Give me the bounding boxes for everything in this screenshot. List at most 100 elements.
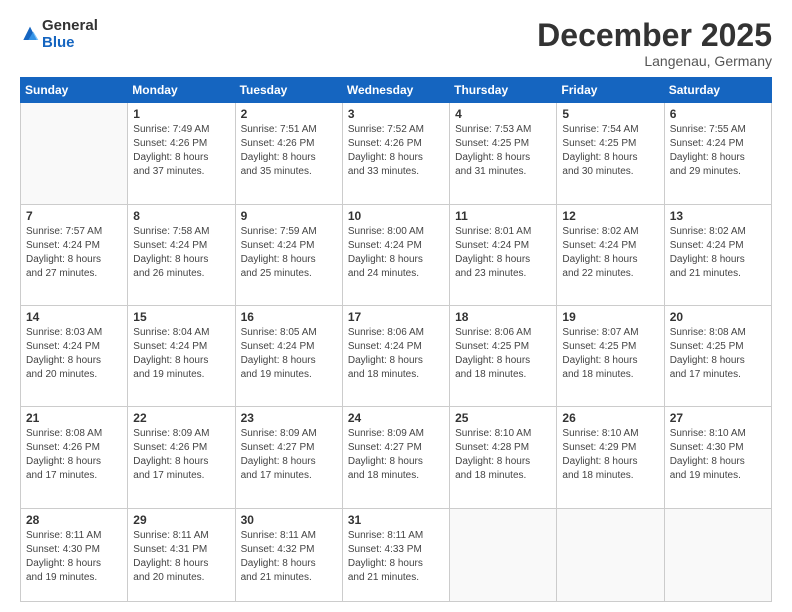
day-info: Sunrise: 8:10 AM Sunset: 4:29 PM Dayligh…: [562, 427, 658, 483]
table-row: 23 Sunrise: 8:09 AM Sunset: 4:27 PM Dayli…: [235, 407, 342, 508]
table-row: 29Sunrise: 8:11 AM Sunset: 4:31 PM Dayli…: [128, 508, 235, 601]
col-wednesday: Wednesday: [342, 78, 449, 103]
day-number: 9: [241, 209, 337, 223]
day-number: 5: [562, 107, 658, 121]
day-number: 30: [241, 513, 337, 527]
table-row: 2Sunrise: 7:51 AM Sunset: 4:26 PM Daylig…: [235, 103, 342, 204]
table-row: 1 Sunrise: 7:49 AM Sunset: 4:26 PM Daylig…: [128, 103, 235, 204]
day-number: 19: [562, 310, 658, 324]
table-row: 16 Sunrise: 8:05 AM Sunset: 4:24 PM Dayli…: [235, 305, 342, 406]
calendar-week-2: 7 Sunrise: 7:57 AM Sunset: 4:24 PM Daylig…: [21, 204, 772, 305]
day-number: 11: [455, 209, 551, 223]
table-row: [664, 508, 771, 601]
calendar-table: Sunday Monday Tuesday Wednesday Thursday…: [20, 77, 772, 602]
day-number: 16: [241, 310, 337, 324]
day-info: Sunrise: 7:49 AM Sunset: 4:26 PM Dayligh…: [133, 123, 229, 179]
table-row: 26 Sunrise: 8:10 AM Sunset: 4:29 PM Dayli…: [557, 407, 664, 508]
location: Langenau, Germany: [537, 53, 772, 69]
day-info: Sunrise: 8:00 AM Sunset: 4:24 PM Dayligh…: [348, 225, 444, 281]
day-info: Sunrise: 8:08 AM Sunset: 4:26 PM Dayligh…: [26, 427, 122, 483]
day-number: 10: [348, 209, 444, 223]
month-title: December 2025: [537, 18, 772, 53]
day-number: 26: [562, 411, 658, 425]
day-number: 15: [133, 310, 229, 324]
table-row: 17 Sunrise: 8:06 AM Sunset: 4:24 PM Dayli…: [342, 305, 449, 406]
title-block: December 2025 Langenau, Germany: [537, 18, 772, 69]
table-row: [450, 508, 557, 601]
day-info: Sunrise: 8:09 AM Sunset: 4:27 PM Dayligh…: [348, 427, 444, 483]
day-number: 20: [670, 310, 766, 324]
day-info: Sunrise: 8:06 AM Sunset: 4:25 PM Dayligh…: [455, 326, 551, 382]
logo-text: General Blue: [42, 18, 98, 51]
table-row: 14 Sunrise: 8:03 AM Sunset: 4:24 PM Dayli…: [21, 305, 128, 406]
table-row: 9 Sunrise: 7:59 AM Sunset: 4:24 PM Daylig…: [235, 204, 342, 305]
day-info: Sunrise: 8:01 AM Sunset: 4:24 PM Dayligh…: [455, 225, 551, 281]
table-row: 30 Sunrise: 8:11 AM Sunset: 4:32 PM Dayli…: [235, 508, 342, 601]
day-info: Sunrise: 8:06 AM Sunset: 4:24 PM Dayligh…: [348, 326, 444, 382]
day-info: Sunrise: 8:09 AM Sunset: 4:26 PM Dayligh…: [133, 427, 229, 483]
logo-icon: [20, 25, 40, 45]
day-info: Sunrise: 8:03 AM Sunset: 4:24 PM Dayligh…: [26, 326, 122, 382]
table-row: 28 Sunrise: 8:11 AM Sunset: 4:30 PM Dayli…: [21, 508, 128, 601]
table-row: 11 Sunrise: 8:01 AM Sunset: 4:24 PM Dayli…: [450, 204, 557, 305]
logo: General Blue: [20, 18, 98, 51]
calendar-week-3: 14 Sunrise: 8:03 AM Sunset: 4:24 PM Dayli…: [21, 305, 772, 406]
col-monday: Monday: [128, 78, 235, 103]
day-info: Sunrise: 7:57 AM Sunset: 4:24 PM Dayligh…: [26, 225, 122, 281]
day-info: Sunrise: 7:54 AM Sunset: 4:25 PM Dayligh…: [562, 123, 658, 179]
day-info: Sunrise: 7:58 AM Sunset: 4:24 PM Dayligh…: [133, 225, 229, 281]
day-number: 7: [26, 209, 122, 223]
day-info: Sunrise: 7:59 AM Sunset: 4:24 PM Dayligh…: [241, 225, 337, 281]
table-row: 7 Sunrise: 7:57 AM Sunset: 4:24 PM Daylig…: [21, 204, 128, 305]
day-number: 8: [133, 209, 229, 223]
day-number: 1: [133, 107, 229, 121]
day-info: Sunrise: 7:55 AM Sunset: 4:24 PM Dayligh…: [670, 123, 766, 179]
logo-blue: Blue: [42, 35, 98, 52]
day-info: Sunrise: 8:05 AM Sunset: 4:24 PM Dayligh…: [241, 326, 337, 382]
day-info: Sunrise: 8:11 AM Sunset: 4:30 PM Dayligh…: [26, 529, 122, 585]
day-number: 3: [348, 107, 444, 121]
day-info: Sunrise: 8:10 AM Sunset: 4:28 PM Dayligh…: [455, 427, 551, 483]
day-number: 14: [26, 310, 122, 324]
day-number: 25: [455, 411, 551, 425]
day-info: Sunrise: 8:02 AM Sunset: 4:24 PM Dayligh…: [670, 225, 766, 281]
table-row: [557, 508, 664, 601]
table-row: 27 Sunrise: 8:10 AM Sunset: 4:30 PM Dayli…: [664, 407, 771, 508]
day-info: Sunrise: 8:04 AM Sunset: 4:24 PM Dayligh…: [133, 326, 229, 382]
table-row: [21, 103, 128, 204]
header: General Blue December 2025 Langenau, Ger…: [20, 18, 772, 69]
day-info: Sunrise: 8:11 AM Sunset: 4:32 PM Dayligh…: [241, 529, 337, 585]
calendar-week-1: 1 Sunrise: 7:49 AM Sunset: 4:26 PM Daylig…: [21, 103, 772, 204]
col-thursday: Thursday: [450, 78, 557, 103]
day-number: 4: [455, 107, 551, 121]
day-info: Sunrise: 8:07 AM Sunset: 4:25 PM Dayligh…: [562, 326, 658, 382]
table-row: 31Sunrise: 8:11 AM Sunset: 4:33 PM Dayli…: [342, 508, 449, 601]
page: General Blue December 2025 Langenau, Ger…: [0, 0, 792, 612]
calendar-week-4: 21 Sunrise: 8:08 AM Sunset: 4:26 PM Dayli…: [21, 407, 772, 508]
day-number: 6: [670, 107, 766, 121]
table-row: 20 Sunrise: 8:08 AM Sunset: 4:25 PM Dayli…: [664, 305, 771, 406]
table-row: 15 Sunrise: 8:04 AM Sunset: 4:24 PM Dayli…: [128, 305, 235, 406]
day-info: Sunrise: 8:09 AM Sunset: 4:27 PM Dayligh…: [241, 427, 337, 483]
col-sunday: Sunday: [21, 78, 128, 103]
day-info: Sunrise: 8:10 AM Sunset: 4:30 PM Dayligh…: [670, 427, 766, 483]
day-number: 23: [241, 411, 337, 425]
col-friday: Friday: [557, 78, 664, 103]
day-number: 27: [670, 411, 766, 425]
logo-general: General: [42, 18, 98, 35]
day-number: 17: [348, 310, 444, 324]
day-info: Sunrise: 8:11 AM Sunset: 4:31 PM Dayligh…: [133, 529, 229, 585]
table-row: 18Sunrise: 8:06 AM Sunset: 4:25 PM Dayli…: [450, 305, 557, 406]
day-number: 12: [562, 209, 658, 223]
table-row: 3 Sunrise: 7:52 AM Sunset: 4:26 PM Daylig…: [342, 103, 449, 204]
day-number: 21: [26, 411, 122, 425]
col-tuesday: Tuesday: [235, 78, 342, 103]
table-row: 13 Sunrise: 8:02 AM Sunset: 4:24 PM Dayli…: [664, 204, 771, 305]
day-number: 28: [26, 513, 122, 527]
calendar-header-row: Sunday Monday Tuesday Wednesday Thursday…: [21, 78, 772, 103]
day-info: Sunrise: 7:51 AM Sunset: 4:26 PM Dayligh…: [241, 123, 337, 179]
day-info: Sunrise: 7:52 AM Sunset: 4:26 PM Dayligh…: [348, 123, 444, 179]
day-info: Sunrise: 8:08 AM Sunset: 4:25 PM Dayligh…: [670, 326, 766, 382]
day-number: 13: [670, 209, 766, 223]
day-info: Sunrise: 8:11 AM Sunset: 4:33 PM Dayligh…: [348, 529, 444, 585]
